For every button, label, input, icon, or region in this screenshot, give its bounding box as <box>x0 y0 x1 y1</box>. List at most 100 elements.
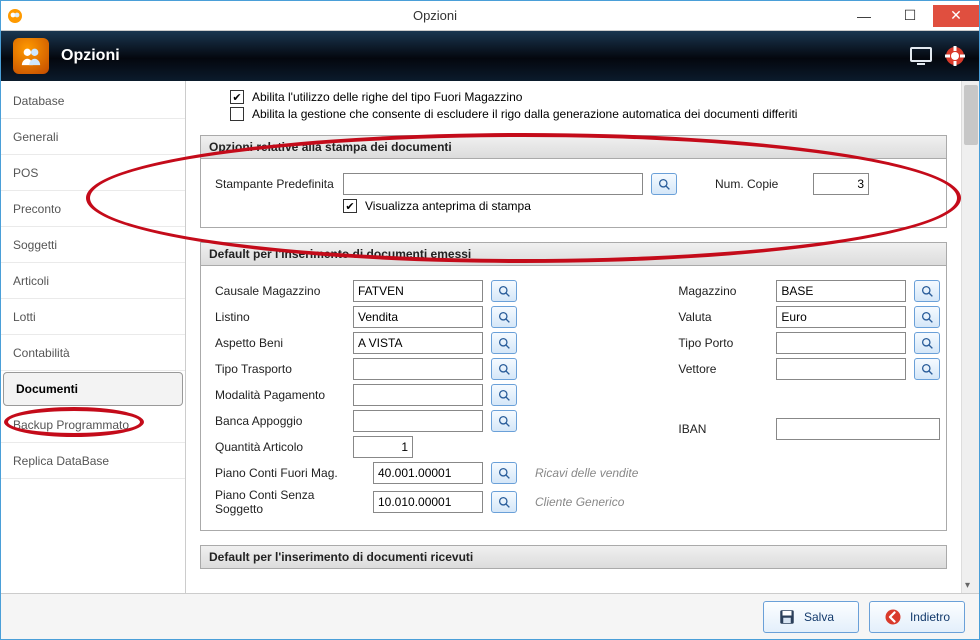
save-button-label: Salva <box>804 610 834 624</box>
iban-input[interactable] <box>776 418 940 440</box>
magazzino-lookup[interactable] <box>914 280 940 302</box>
stampante-input[interactable] <box>343 173 643 195</box>
sidebar-item-label: Lotti <box>13 310 36 324</box>
sidebar-item-documenti[interactable]: Documenti <box>3 372 183 406</box>
aspetto-label: Aspetto Beni <box>215 336 345 350</box>
sidebar-item-label: Generali <box>13 130 58 144</box>
iban-label: IBAN <box>678 422 768 436</box>
sidebar-item-database[interactable]: Database <box>1 83 185 119</box>
sidebar-item-label: Preconto <box>13 202 61 216</box>
banca-lookup[interactable] <box>491 410 517 432</box>
lifebuoy-icon[interactable] <box>943 44 967 68</box>
sidebar-item-label: Documenti <box>16 382 78 396</box>
sidebar-item-preconto[interactable]: Preconto <box>1 191 185 227</box>
footer: Salva Indietro <box>1 593 979 639</box>
os-titlebar: Opzioni — ☐ ✕ <box>1 1 979 31</box>
app-logo-icon <box>13 38 49 74</box>
back-icon <box>884 608 902 626</box>
stampante-label: Stampante Predefinita <box>215 177 335 191</box>
valuta-label: Valuta <box>678 310 768 324</box>
causale-label: Causale Magazzino <box>215 284 345 298</box>
pcfm-input[interactable] <box>373 462 483 484</box>
sidebar-item-contabilita[interactable]: Contabilità <box>1 335 185 371</box>
modpag-label: Modalità Pagamento <box>215 388 345 402</box>
pcfm-lookup[interactable] <box>491 462 517 484</box>
sidebar-item-label: Articoli <box>13 274 49 288</box>
vertical-scrollbar[interactable]: ▾ <box>961 81 979 593</box>
maximize-button[interactable]: ☐ <box>887 5 933 27</box>
trasporto-lookup[interactable] <box>491 358 517 380</box>
qta-label: Quantità Articolo <box>215 440 345 454</box>
back-button[interactable]: Indietro <box>869 601 965 633</box>
magazzino-input[interactable] <box>776 280 906 302</box>
banca-input[interactable] <box>353 410 483 432</box>
magazzino-label: Magazzino <box>678 284 768 298</box>
trasporto-label: Tipo Trasporto <box>215 362 345 376</box>
sidebar-item-label: Database <box>13 94 64 108</box>
sidebar-item-generali[interactable]: Generali <box>1 119 185 155</box>
sidebar-item-replica[interactable]: Replica DataBase <box>1 443 185 479</box>
valuta-lookup[interactable] <box>914 306 940 328</box>
sidebar-item-articoli[interactable]: Articoli <box>1 263 185 299</box>
chk-anteprima-label: Visualizza anteprima di stampa <box>365 199 531 213</box>
sidebar-item-label: Backup Programmato <box>13 418 129 432</box>
chk-abilita-fuori-mag[interactable]: ✔ <box>230 90 244 104</box>
pcss-input[interactable] <box>373 491 483 513</box>
sidebar: Database Generali POS Preconto Soggetti … <box>1 81 186 593</box>
sidebar-item-backup[interactable]: Backup Programmato <box>1 407 185 443</box>
trasporto-input[interactable] <box>353 358 483 380</box>
qta-input[interactable] <box>353 436 413 458</box>
pcfm-hint: Ricavi delle vendite <box>535 466 638 480</box>
sidebar-item-soggetti[interactable]: Soggetti <box>1 227 185 263</box>
chk-abilita-escludere[interactable] <box>230 107 244 121</box>
porto-input[interactable] <box>776 332 906 354</box>
listino-label: Listino <box>215 310 345 324</box>
pcfm-label: Piano Conti Fuori Mag. <box>215 466 365 480</box>
content-panel: ✔ Abilita l'utilizzo delle righe del tip… <box>186 81 961 593</box>
listino-lookup[interactable] <box>491 306 517 328</box>
porto-label: Tipo Porto <box>678 336 768 350</box>
save-button[interactable]: Salva <box>763 601 859 633</box>
causale-input[interactable] <box>353 280 483 302</box>
group-stampa-title: Opzioni relative alla stampa dei documen… <box>200 135 947 159</box>
pcss-lookup[interactable] <box>491 491 517 513</box>
sidebar-item-label: Soggetti <box>13 238 57 252</box>
sidebar-item-label: POS <box>13 166 38 180</box>
vettore-lookup[interactable] <box>914 358 940 380</box>
chk-anteprima[interactable]: ✔ <box>343 199 357 213</box>
modpag-lookup[interactable] <box>491 384 517 406</box>
sidebar-item-label: Replica DataBase <box>13 454 109 468</box>
causale-lookup[interactable] <box>491 280 517 302</box>
save-icon <box>778 608 796 626</box>
app-small-icon <box>1 1 29 31</box>
sidebar-item-pos[interactable]: POS <box>1 155 185 191</box>
valuta-input[interactable] <box>776 306 906 328</box>
porto-lookup[interactable] <box>914 332 940 354</box>
banca-label: Banca Appoggio <box>215 414 345 428</box>
monitor-icon[interactable] <box>909 44 933 68</box>
chk-abilita-fuori-mag-label: Abilita l'utilizzo delle righe del tipo … <box>252 90 522 104</box>
aspetto-lookup[interactable] <box>491 332 517 354</box>
app-header: Opzioni <box>1 31 979 81</box>
back-button-label: Indietro <box>910 610 950 624</box>
group-ricevuti-title: Default per l'inserimento di documenti r… <box>200 545 947 569</box>
pcss-label: Piano Conti Senza Soggetto <box>215 488 365 516</box>
num-copie-input[interactable] <box>813 173 869 195</box>
os-title: Opzioni <box>29 8 841 23</box>
pcss-hint: Cliente Generico <box>535 495 624 509</box>
num-copie-label: Num. Copie <box>715 177 805 191</box>
minimize-button[interactable]: — <box>841 5 887 27</box>
sidebar-item-lotti[interactable]: Lotti <box>1 299 185 335</box>
chevron-down-icon[interactable]: ▾ <box>965 580 970 591</box>
modpag-input[interactable] <box>353 384 483 406</box>
app-title: Opzioni <box>61 47 120 65</box>
chk-abilita-escludere-label: Abilita la gestione che consente di escl… <box>252 107 797 121</box>
vettore-input[interactable] <box>776 358 906 380</box>
listino-input[interactable] <box>353 306 483 328</box>
aspetto-input[interactable] <box>353 332 483 354</box>
vettore-label: Vettore <box>678 362 768 376</box>
close-button[interactable]: ✕ <box>933 5 979 27</box>
stampante-lookup[interactable] <box>651 173 677 195</box>
scrollbar-thumb[interactable] <box>964 85 978 145</box>
sidebar-item-label: Contabilità <box>13 346 70 360</box>
